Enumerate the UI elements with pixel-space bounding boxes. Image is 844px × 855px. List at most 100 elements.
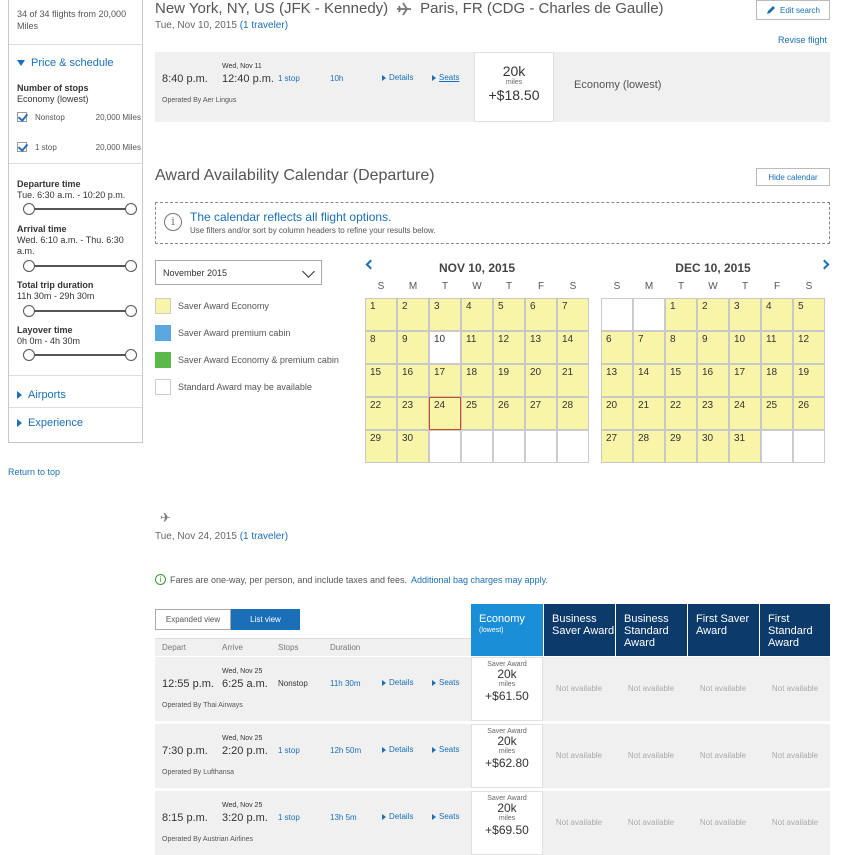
calendar-day[interactable]: 10 <box>429 331 461 364</box>
slider-handle-max[interactable] <box>125 260 137 272</box>
slider-handle-min[interactable] <box>23 260 35 272</box>
layover-time-slider[interactable] <box>23 349 137 361</box>
calendar-day[interactable]: 9 <box>697 331 729 364</box>
calendar-day[interactable]: 19 <box>493 364 525 397</box>
calendar-day[interactable]: 12 <box>793 331 825 364</box>
travelers-link[interactable]: (1 traveler) <box>240 531 288 542</box>
calendar-day[interactable]: 6 <box>525 298 557 331</box>
calendar-day[interactable]: 24 <box>429 397 461 430</box>
stop-option-1-stop[interactable]: 1 stop 20,000 Miles <box>17 142 141 152</box>
hide-calendar-button[interactable]: Hide calendar <box>756 168 830 186</box>
checkbox-checked-icon[interactable] <box>17 142 27 152</box>
seats-link[interactable]: Seats <box>432 745 459 754</box>
departure-time-slider[interactable] <box>23 203 137 215</box>
details-link[interactable]: Details <box>382 745 413 754</box>
calendar-day[interactable]: 22 <box>665 397 697 430</box>
slider-handle-min[interactable] <box>23 349 35 361</box>
calendar-day[interactable]: 29 <box>365 430 397 463</box>
calendar-day[interactable]: 28 <box>557 397 589 430</box>
calendar-day[interactable]: 6 <box>601 331 633 364</box>
trip-duration-slider[interactable] <box>23 305 137 317</box>
calendar-day[interactable]: 29 <box>665 430 697 463</box>
calendar-day[interactable]: 22 <box>365 397 397 430</box>
slider-handle-max[interactable] <box>125 305 137 317</box>
calendar-day[interactable]: 1 <box>365 298 397 331</box>
calendar-day[interactable]: 27 <box>601 430 633 463</box>
details-link[interactable]: Details <box>382 812 413 821</box>
calendar-day[interactable]: 5 <box>493 298 525 331</box>
bag-charges-link[interactable]: Additional bag charges may apply. <box>411 575 548 585</box>
calendar-day[interactable]: 26 <box>493 397 525 430</box>
list-view-button[interactable]: List view <box>231 609 300 630</box>
stops-link[interactable]: 1 stop <box>278 813 300 822</box>
calendar-day[interactable]: 23 <box>697 397 729 430</box>
column-economy[interactable]: Economy (lowest) <box>471 604 543 656</box>
calendar-day[interactable]: 21 <box>557 364 589 397</box>
slider-handle-max[interactable] <box>125 349 137 361</box>
column-business-saver[interactable]: Business Saver Award <box>543 604 615 656</box>
calendar-day[interactable]: 10 <box>729 331 761 364</box>
stops-link[interactable]: 1 stop <box>278 746 300 755</box>
calendar-day[interactable]: 5 <box>793 298 825 331</box>
header-arrive[interactable]: Arrive <box>222 643 243 652</box>
stops-link[interactable]: Nonstop <box>278 679 308 688</box>
seats-link[interactable]: Seats <box>432 678 459 687</box>
arrival-time-slider[interactable] <box>23 260 137 272</box>
calendar-day[interactable]: 20 <box>601 397 633 430</box>
calendar-day[interactable]: 9 <box>397 331 429 364</box>
calendar-day[interactable]: 23 <box>397 397 429 430</box>
price-schedule-toggle[interactable]: Price & schedule <box>17 57 114 69</box>
calendar-day[interactable]: 12 <box>493 331 525 364</box>
calendar-day[interactable]: 15 <box>365 364 397 397</box>
details-link[interactable]: Details <box>382 678 413 687</box>
calendar-day[interactable]: 8 <box>665 331 697 364</box>
calendar-day[interactable]: 7 <box>633 331 665 364</box>
slider-handle-min[interactable] <box>23 203 35 215</box>
economy-fare-cell[interactable]: Saver Award 20k miles +$69.50 <box>471 791 543 855</box>
header-stops[interactable]: Stops <box>278 643 298 652</box>
calendar-day[interactable]: 14 <box>557 331 589 364</box>
details-link[interactable]: Details <box>382 73 413 82</box>
calendar-day[interactable]: 18 <box>461 364 493 397</box>
calendar-day[interactable]: 13 <box>525 331 557 364</box>
calendar-day[interactable]: 17 <box>729 364 761 397</box>
return-to-top-link[interactable]: Return to top <box>8 467 60 477</box>
seats-link[interactable]: Seats <box>432 812 459 821</box>
calendar-day[interactable]: 27 <box>525 397 557 430</box>
calendar-day[interactable]: 3 <box>729 298 761 331</box>
experience-toggle[interactable]: Experience <box>17 417 83 429</box>
column-first-saver[interactable]: First Saver Award <box>687 604 759 656</box>
calendar-day[interactable]: 8 <box>365 331 397 364</box>
revise-flight-link[interactable]: Revise flight <box>778 35 827 45</box>
travelers-link[interactable]: (1 traveler) <box>240 20 288 31</box>
column-business-standard[interactable]: Business Standard Award <box>615 604 687 656</box>
calendar-day[interactable]: 24 <box>729 397 761 430</box>
calendar-day[interactable]: 13 <box>601 364 633 397</box>
calendar-day[interactable]: 11 <box>761 331 793 364</box>
expanded-view-button[interactable]: Expanded view <box>155 609 231 630</box>
seats-link[interactable]: Seats <box>432 73 459 82</box>
stops-link[interactable]: 1 stop <box>278 74 300 83</box>
calendar-day[interactable]: 2 <box>697 298 729 331</box>
calendar-day[interactable]: 17 <box>429 364 461 397</box>
calendar-day[interactable]: 20 <box>525 364 557 397</box>
calendar-day[interactable]: 30 <box>697 430 729 463</box>
calendar-day[interactable]: 18 <box>761 364 793 397</box>
calendar-day[interactable]: 11 <box>461 331 493 364</box>
calendar-day[interactable]: 28 <box>633 430 665 463</box>
header-duration[interactable]: Duration <box>330 643 360 652</box>
economy-fare-cell[interactable]: Saver Award 20k miles +$62.80 <box>471 724 543 788</box>
airports-toggle[interactable]: Airports <box>17 389 66 401</box>
calendar-day[interactable]: 31 <box>729 430 761 463</box>
calendar-day[interactable]: 30 <box>397 430 429 463</box>
calendar-day[interactable]: 21 <box>633 397 665 430</box>
month-select[interactable]: November 2015 <box>155 260 322 285</box>
calendar-day[interactable]: 26 <box>793 397 825 430</box>
slider-handle-min[interactable] <box>23 305 35 317</box>
calendar-day[interactable]: 4 <box>461 298 493 331</box>
calendar-day[interactable]: 16 <box>697 364 729 397</box>
slider-handle-max[interactable] <box>125 203 137 215</box>
outbound-fare-cell[interactable]: 20k miles +$18.50 <box>474 52 554 122</box>
calendar-day[interactable]: 19 <box>793 364 825 397</box>
calendar-day[interactable]: 7 <box>557 298 589 331</box>
